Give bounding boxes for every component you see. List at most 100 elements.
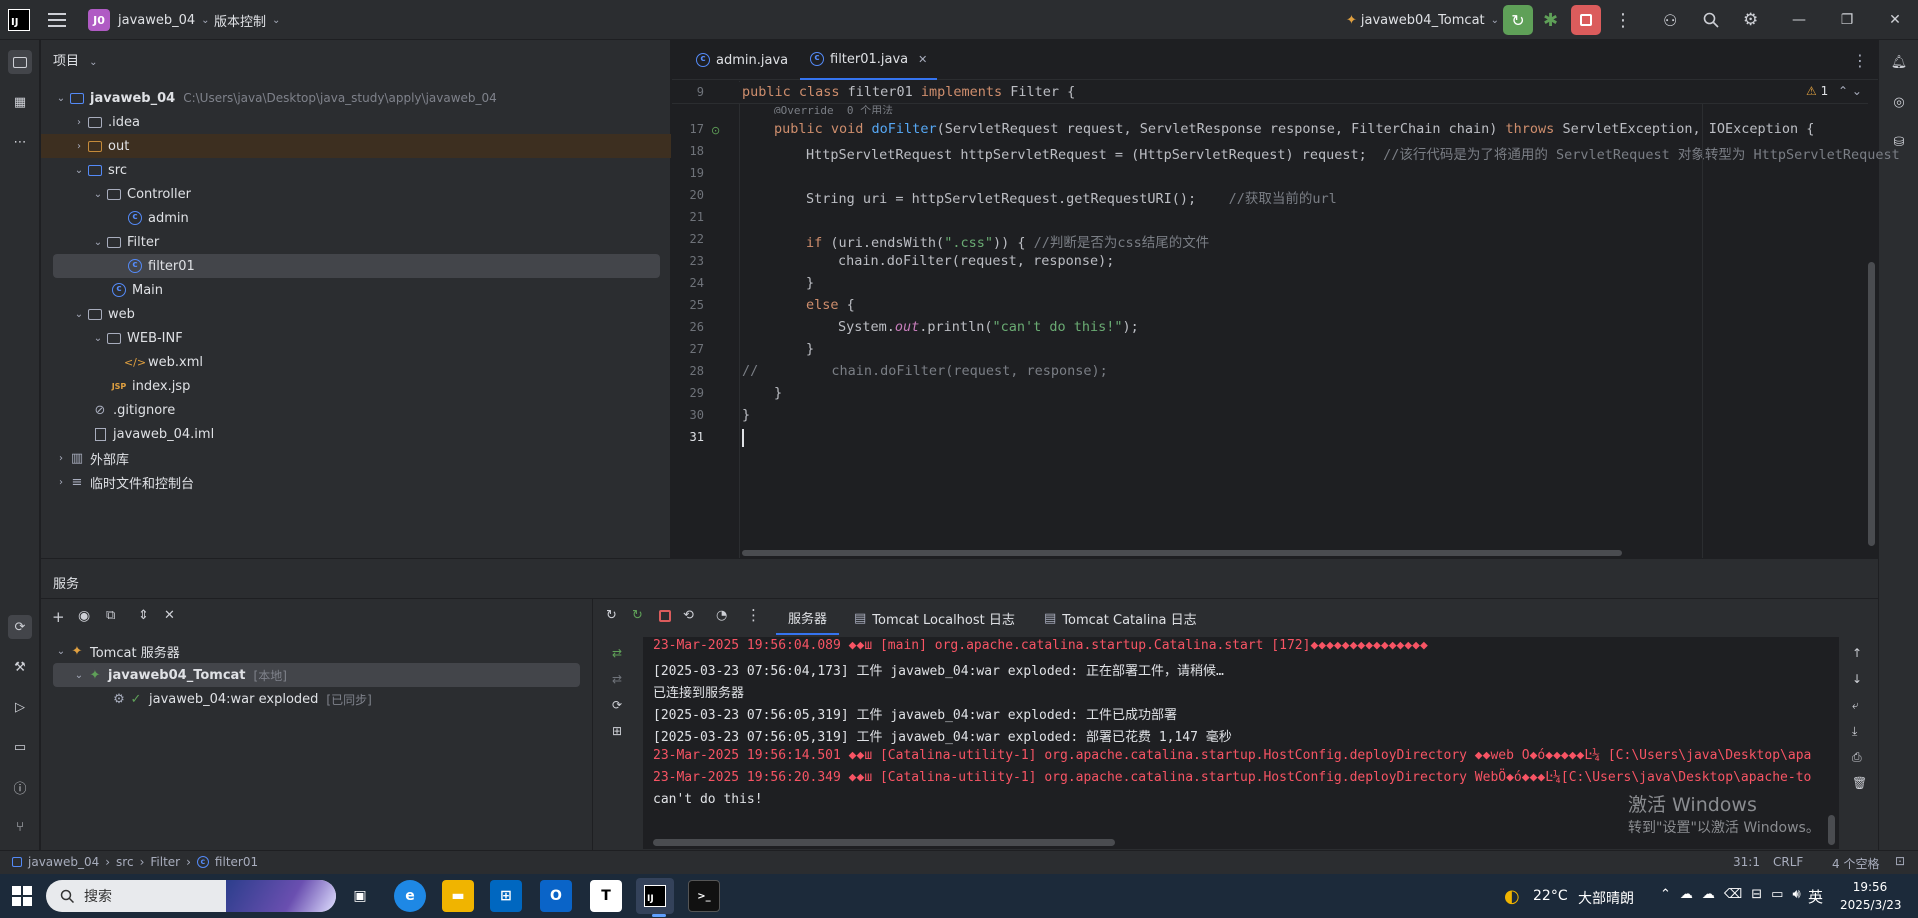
outlook-icon[interactable]: O (540, 880, 572, 912)
stop-icon[interactable] (659, 610, 671, 622)
tree-item-index-jsp[interactable]: JSP index.jsp (111, 374, 191, 398)
code-line-29[interactable]: } (774, 385, 782, 401)
soft-wrap-icon[interactable]: ⤶ (1852, 698, 1859, 713)
update-app-icon[interactable]: ↻ (632, 608, 643, 623)
code-line-24[interactable]: } (806, 275, 814, 291)
tree-item-main[interactable]: c Main (111, 278, 163, 302)
redeploy-icon[interactable]: ⇄ (612, 646, 622, 660)
vcs-menu[interactable]: 版本控制 ⌄ (214, 0, 280, 40)
tree-item-external-libs[interactable]: › ▥ 外部库 (53, 446, 129, 470)
nav-up-down-icon[interactable]: ⌃ ⌄ (1838, 84, 1862, 98)
tree-item-filter01[interactable]: c filter01 (53, 254, 660, 278)
tree-item-src[interactable]: ⌄ src (71, 158, 127, 182)
windows-start-icon[interactable] (12, 886, 32, 906)
minimize-button[interactable]: — (1776, 0, 1822, 40)
breadcrumb-item[interactable]: javaweb_04 (28, 855, 99, 869)
open-in-new-icon[interactable]: ⧉ (106, 608, 115, 623)
settings-gear-icon[interactable]: ⚙ (1743, 0, 1758, 40)
refresh-icon[interactable]: ⟳ (612, 698, 622, 712)
tree-item-web-xml[interactable]: </> web.xml (124, 350, 203, 374)
weather-description[interactable]: 大部晴朗 (1578, 888, 1634, 908)
tree-item-web[interactable]: ⌄ web (71, 302, 135, 326)
eye-icon[interactable]: ◉ (78, 608, 90, 624)
more-tools-icon[interactable]: ⋯ (8, 130, 32, 154)
code-line-30[interactable]: } (742, 407, 750, 423)
collapse-all-icon[interactable]: ✕ (164, 608, 175, 623)
tab-tomcat-catalina-log[interactable]: ▤ Tomcat Catalina 日志 (1038, 601, 1203, 635)
editor-horizontal-scrollbar[interactable] (742, 550, 1622, 556)
more-icon[interactable]: ⋮ (746, 606, 761, 624)
project-selector[interactable]: J0 javaweb_04 ⌄ (88, 0, 210, 40)
ai-assistant-icon[interactable]: ◎ (1887, 90, 1911, 114)
task-view-icon[interactable]: ▣ (344, 880, 376, 912)
tree-item-admin[interactable]: c admin (127, 206, 189, 230)
tab-admin-java[interactable]: c admin.java (686, 40, 798, 80)
tree-item-javaweb-04[interactable]: ⌄ javaweb_04 C:\Users\java\Desktop\java_… (53, 86, 497, 110)
print-icon[interactable]: ⎙ (1852, 750, 1862, 765)
file-explorer-icon[interactable]: ▬ (442, 880, 474, 912)
tree-item-out[interactable]: › out (41, 134, 671, 158)
maximize-button[interactable]: ❐ (1824, 0, 1870, 40)
build-hammer-icon[interactable]: ⚒ (8, 655, 32, 679)
clock[interactable]: 19:56 2025/3/23 (1840, 878, 1902, 914)
tab-tomcat-localhost-log[interactable]: ▤ Tomcat Localhost 日志 (848, 601, 1021, 635)
tab-server-output[interactable]: 服务器 (776, 601, 840, 635)
scroll-down-icon[interactable]: ↓ (1852, 672, 1862, 686)
search-icon[interactable] (1703, 0, 1719, 40)
console-horizontal-scrollbar[interactable] (653, 839, 1115, 846)
tree-item-scratches[interactable]: › ≡ 临时文件和控制台 (53, 470, 194, 494)
breadcrumb-item[interactable]: src (116, 855, 134, 869)
tree-item-iml[interactable]: javaweb_04.iml (92, 422, 214, 446)
implements-gutter-icon[interactable]: ⊙ (711, 124, 720, 137)
problems-icon[interactable]: ⓘ (8, 775, 32, 799)
intellij-taskbar-icon[interactable]: IJ (636, 878, 674, 914)
service-artifact[interactable]: ⚙ ✓ javaweb_04:war exploded [已同步] (111, 687, 372, 711)
run-config-selector[interactable]: ✦ javaweb04_Tomcat ⌄ (1346, 0, 1499, 40)
main-menu-icon[interactable] (48, 0, 66, 40)
terminal-icon[interactable]: ▭ (8, 735, 32, 759)
taskbar-search-box[interactable]: 搜索 (46, 880, 336, 912)
tree-item-web-inf[interactable]: ⌄ WEB-INF (90, 326, 183, 350)
code-line-20[interactable]: String uri = httpServletRequest.getReque… (806, 187, 1337, 207)
more-actions-icon[interactable]: ⋮ (1614, 0, 1632, 40)
tree-item-controller[interactable]: ⌄ Controller (90, 182, 191, 206)
code-line-26[interactable]: System.out.println("can't do this!"); (838, 319, 1139, 335)
edge-browser-icon[interactable]: e (394, 880, 426, 912)
typora-icon[interactable]: T (590, 880, 622, 912)
rerun-icon[interactable]: ↻ (606, 608, 617, 623)
weather-temp[interactable]: 22°C (1533, 888, 1568, 904)
clear-trash-icon[interactable]: 🗑︎ (1852, 776, 1867, 790)
code-line-25[interactable]: else { (806, 297, 855, 313)
tab-options-icon[interactable]: ⋮ (1852, 40, 1868, 80)
services-icon[interactable]: ⟳ (8, 615, 32, 639)
stop-button[interactable] (1571, 0, 1601, 40)
open-browser-icon[interactable]: ◔ (716, 608, 727, 623)
breadcrumb-item[interactable]: Filter (150, 855, 180, 869)
debug-button[interactable]: ✱ (1543, 0, 1558, 40)
code-line-17[interactable]: public void doFilter(ServletRequest requ… (774, 121, 1814, 137)
ime-indicator[interactable]: 英 (1808, 886, 1823, 907)
editor-vertical-scrollbar[interactable] (1868, 262, 1875, 546)
breadcrumb-item[interactable]: filter01 (215, 855, 258, 869)
caret-position[interactable]: 31:1 (1733, 855, 1760, 869)
scroll-to-end-icon[interactable]: ⤓ (1852, 724, 1857, 739)
add-service-icon[interactable]: + (52, 608, 65, 626)
git-icon[interactable]: ⑂ (8, 815, 32, 839)
structure-icon[interactable]: ▦ (8, 90, 32, 114)
close-tab-icon[interactable]: ✕ (918, 53, 927, 66)
code-line-22[interactable]: if (uri.endsWith(".css")) { //判断是否为css结尾… (806, 231, 1209, 251)
code-line-28[interactable]: // chain.doFilter(request, response); (742, 363, 1108, 379)
restart-icon[interactable]: ⟲ (683, 608, 694, 623)
project-folder-icon[interactable] (8, 50, 32, 74)
service-javaweb04-tomcat[interactable]: ⌄ ✦ javaweb04_Tomcat [本地] (53, 663, 580, 687)
project-panel-header[interactable]: 项目 ⌄ (53, 50, 98, 69)
terminal-taskbar-icon[interactable]: >_ (688, 880, 720, 912)
line-ending[interactable]: CRLF (1773, 855, 1803, 869)
store-icon[interactable]: ⊞ (490, 880, 522, 912)
code-line-18[interactable]: HttpServletRequest httpServletRequest = … (806, 143, 1900, 163)
rerun-button[interactable]: ↻ (1503, 0, 1533, 40)
add-user-icon[interactable]: ⚇ (1663, 0, 1677, 40)
tree-view-icon[interactable]: ⊞ (612, 724, 622, 738)
service-tomcat-servers[interactable]: ⌄ ✦ Tomcat 服务器 (53, 639, 180, 663)
code-line-27[interactable]: } (806, 341, 814, 357)
